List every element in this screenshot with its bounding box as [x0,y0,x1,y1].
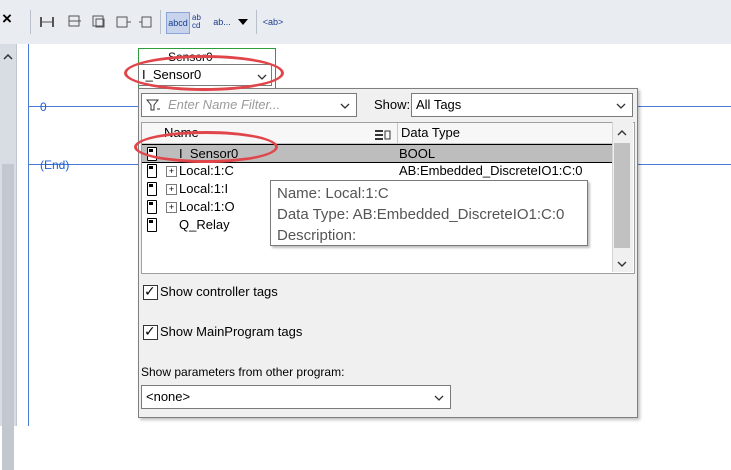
show-controller-tags-label: Show controller tags [160,284,278,299]
left-scrollbar-thumb[interactable] [2,164,14,470]
rung-insert-icon[interactable] [38,12,56,32]
tag-name: Q_Relay [179,217,230,232]
expand-plus-icon[interactable]: + [166,184,177,195]
tooltip-description: Description: [277,227,357,244]
toolbar: × abcd ab cd ab... <ab> [0,0,731,45]
tooltip-data-type: Data Type: AB:Embedded_DiscreteIO1:C:0 [277,206,565,223]
left-power-rail [28,44,29,426]
program-select[interactable]: <none> [141,385,451,409]
chevron-up-icon[interactable] [616,126,628,136]
data-type-column-header[interactable]: Data Type [397,123,615,144]
show-params-label: Show parameters from other program: [141,365,345,379]
chevron-down-icon[interactable] [236,12,250,32]
close-icon[interactable]: × [0,10,14,28]
tag-type: AB:Embedded_DiscreteIO1:C:0 [399,163,583,178]
toolbar-separator [160,10,161,34]
tag-type: BOOL [399,146,436,161]
program-select-value: <none> [146,389,191,404]
chevron-up-icon[interactable] [3,50,13,60]
annotation-oval-operand [124,55,284,91]
grid-scrollbar-thumb[interactable] [614,143,630,248]
tag-icon [147,182,157,196]
annotation-oval-selected-row [134,131,278,163]
tag-tooltip: Name: Local:1:C Data Type: AB:Embedded_D… [270,180,588,246]
tag-name: Local:1:O [179,199,235,214]
ab-tag-button[interactable]: <ab> [262,12,284,32]
coil-icon[interactable] [138,12,156,32]
tooltip-name: Name: Local:1:C [277,185,389,202]
chevron-down-icon[interactable] [434,391,444,401]
show-value: All Tags [416,97,462,112]
data-type-header-label: Data Type [401,125,461,140]
show-mainprogram-tags-checkbox[interactable] [143,323,158,340]
end-label: (End) [40,158,70,172]
rung-0-wire-right [636,106,731,107]
expand-plus-icon[interactable]: + [166,202,177,213]
rung-number: 0 [40,100,47,114]
show-label: Show: [374,97,411,112]
toolbar-separator [256,10,257,34]
branch-icon[interactable] [66,12,84,32]
contact-icon[interactable] [114,12,132,32]
chevron-down-icon[interactable] [340,99,350,109]
ab-more-button[interactable]: ab... [212,12,232,32]
branch-level-icon[interactable] [90,12,108,32]
show-controller-tags-checkbox[interactable] [143,283,158,300]
chevron-down-icon[interactable] [616,99,626,109]
show-select[interactable]: All Tags [411,93,633,117]
tag-icon [147,164,157,178]
filter-placeholder: Enter Name Filter... [168,97,281,112]
ab-cd-button[interactable]: ab cd [192,12,206,32]
show-mainprogram-tags-label: Show MainProgram tags [160,324,303,339]
chevron-down-icon[interactable] [616,257,628,267]
name-filter-input[interactable]: Enter Name Filter... [141,93,357,117]
left-panel [0,44,17,470]
tag-icon [147,200,157,214]
table-row[interactable]: + Local:1:C AB:Embedded_DiscreteIO1:C:0 [142,162,614,179]
end-rung-wire-right [636,164,731,165]
tag-name: Local:1:I [179,181,229,196]
filter-icon [145,98,160,115]
toolbar-separator [30,10,31,34]
tag-name: Local:1:C [179,163,234,178]
expand-plus-icon[interactable]: + [166,166,177,177]
tag-icon [147,218,157,232]
abcd-button[interactable]: abcd [166,12,190,34]
